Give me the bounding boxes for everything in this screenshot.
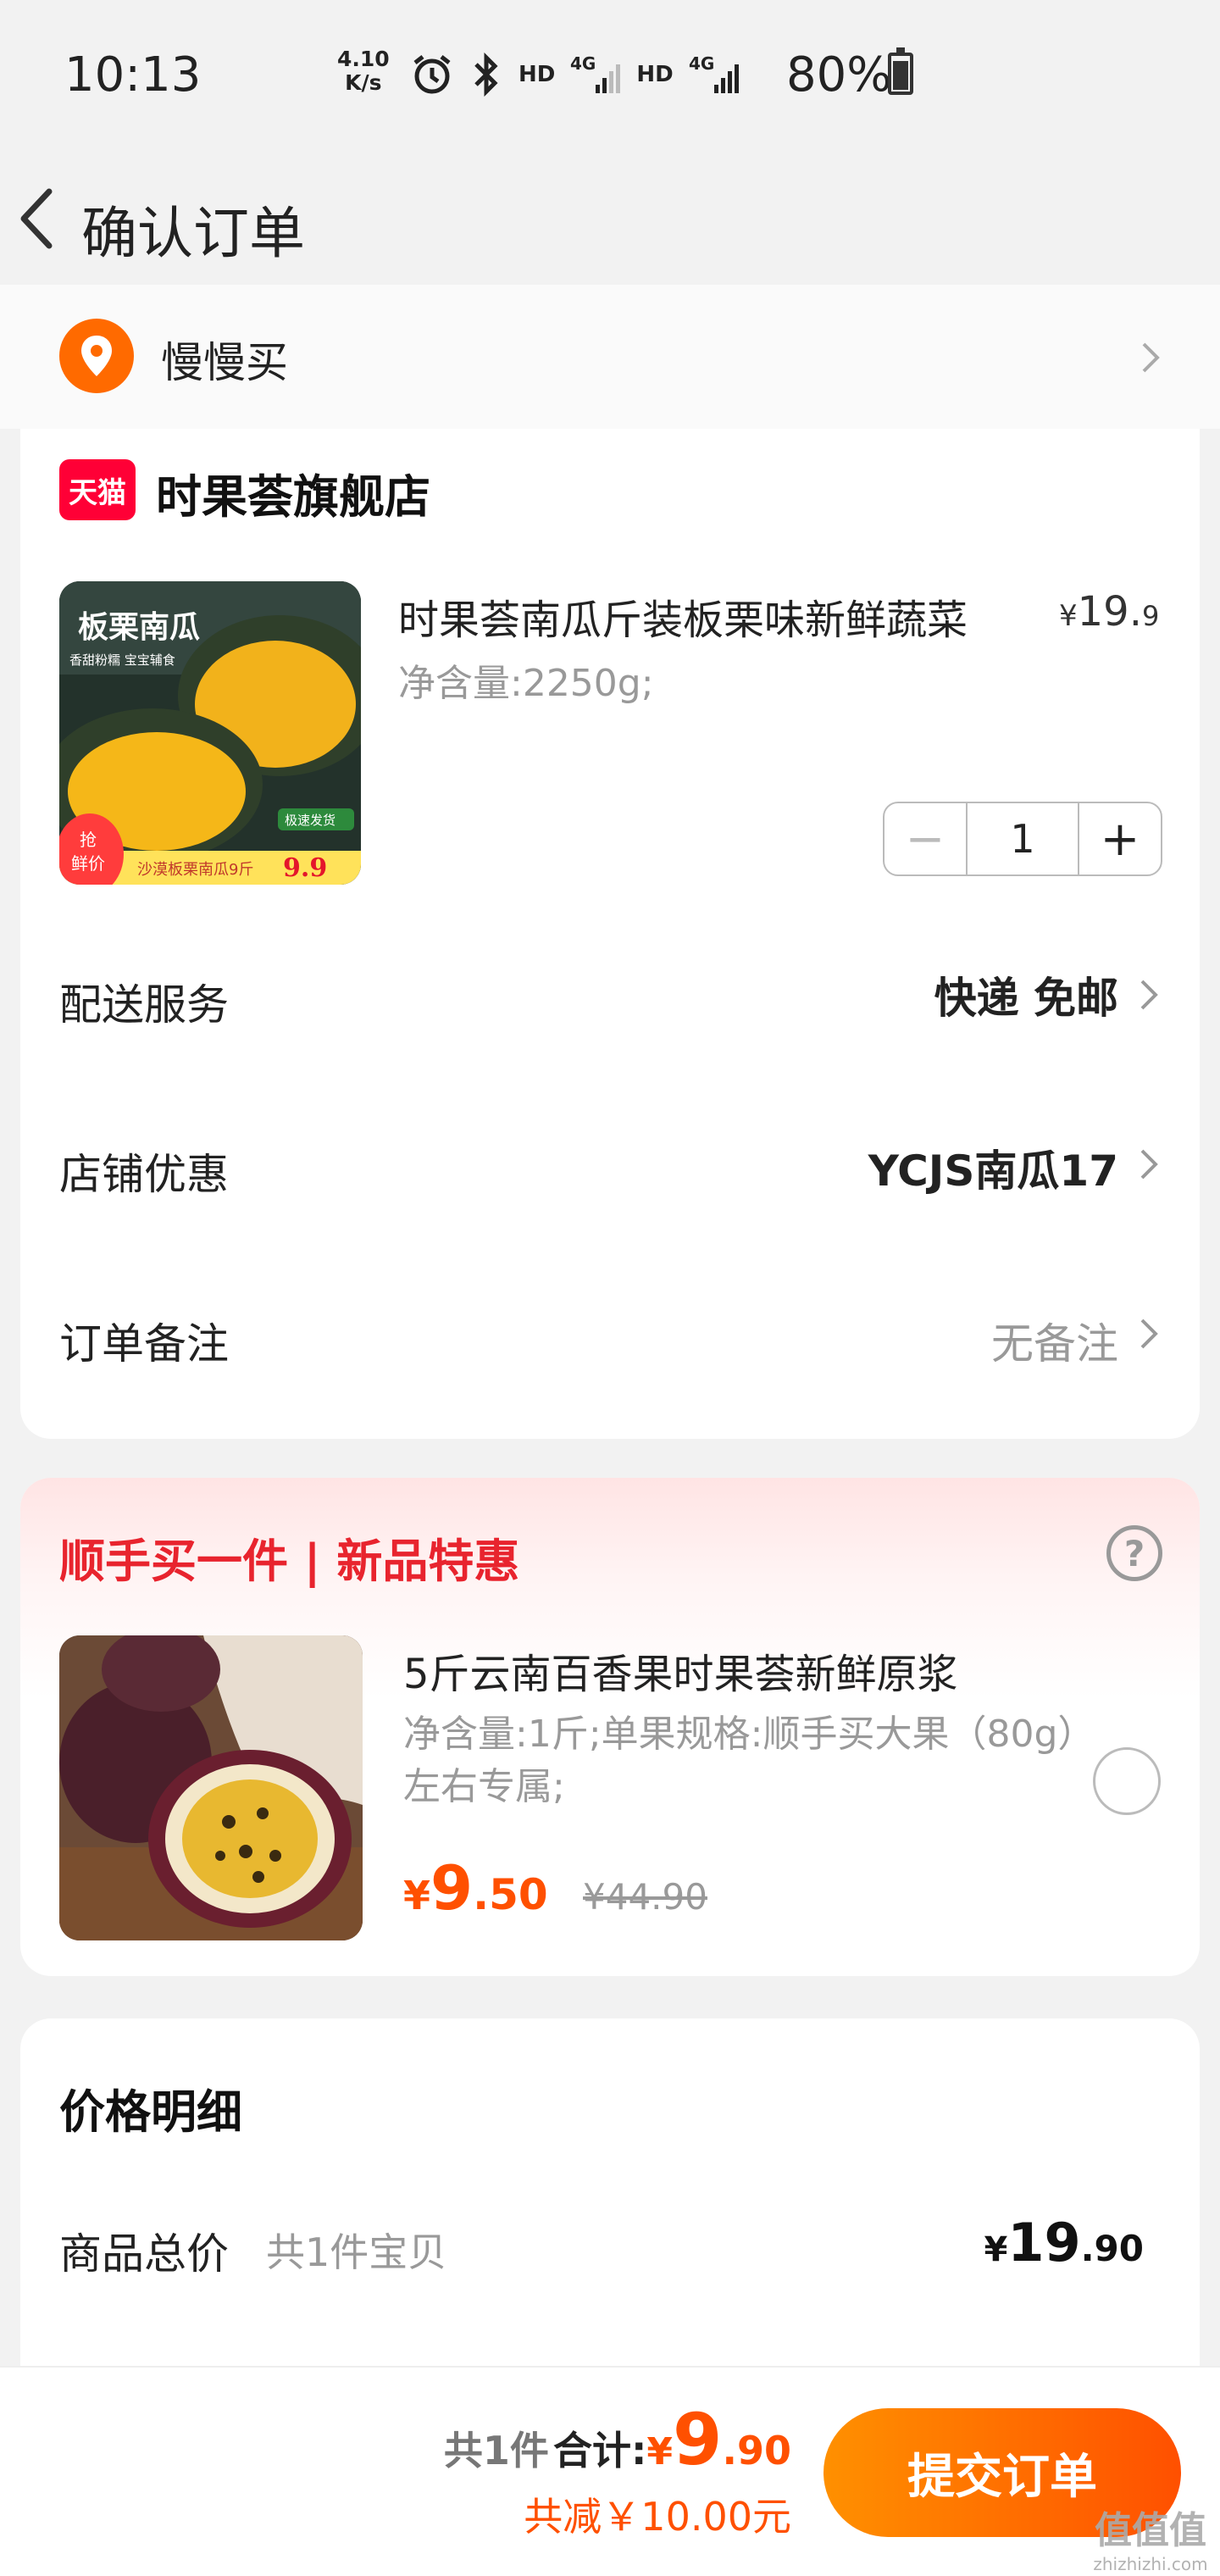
- signal-icon-2: 4G: [689, 53, 739, 93]
- watermark: 值值值 zhizhizhi.com: [1093, 2509, 1208, 2574]
- address-bar[interactable]: 慢慢买: [0, 285, 1220, 429]
- hd-label-2: HD: [636, 62, 674, 87]
- addon-product-image[interactable]: [59, 1635, 363, 1940]
- shop-discount-label: 店铺优惠: [59, 1150, 229, 1199]
- addon-price: ¥9.50: [403, 1852, 548, 1924]
- location-pin-icon: [59, 319, 134, 393]
- addon-card: 顺手买一件 | 新品特惠 ? 5斤云南百香果时果荟新鲜原浆 净含量:1斤;单果规…: [20, 1478, 1200, 1976]
- product-spec: 净含量:2250g;: [398, 662, 654, 705]
- goods-count: 共1件宝贝: [266, 2229, 447, 2275]
- product-image-bottom-price: 9.9: [283, 853, 327, 883]
- quantity-stepper: − 1 +: [883, 802, 1162, 876]
- chevron-right-icon: [1142, 342, 1160, 373]
- status-bar: 10:13 4.10 K/s HD 4G HD 4G 80%: [0, 0, 1220, 153]
- address-text: 慢慢买: [161, 338, 288, 387]
- bluetooth-icon: [474, 53, 498, 97]
- svg-text:4G: 4G: [570, 53, 596, 74]
- total-label: 合计:: [553, 2428, 647, 2473]
- addon-original-price: ¥44.90: [583, 1876, 707, 1918]
- shop-name[interactable]: 时果荟旗舰店: [156, 459, 430, 526]
- status-icons: HD 4G HD 4G: [410, 51, 740, 98]
- signal-icon-1: 4G: [570, 53, 621, 93]
- shop-order-card: 天猫 时果荟旗舰店 板栗南瓜 香甜粉糯 宝宝辅食 极速发货 抢 鲜价 沙漠板栗南…: [20, 429, 1200, 1439]
- product-title[interactable]: 时果荟南瓜斤装板栗味新鲜蔬菜: [398, 586, 968, 646]
- battery-icon: [888, 47, 913, 95]
- product-image-text: 板栗南瓜: [78, 609, 200, 645]
- goods-total-price: ¥19.90: [984, 2212, 1144, 2273]
- addon-product-name[interactable]: 5斤云南百香果时果荟新鲜原浆: [403, 1641, 958, 1700]
- quantity-value[interactable]: 1: [966, 803, 1079, 874]
- shop-discount-value[interactable]: YCJS南瓜17: [868, 1137, 1118, 1198]
- order-note-label: 订单备注: [59, 1319, 229, 1368]
- hd-label-1: HD: [518, 62, 556, 87]
- page-title: 确认订单: [81, 201, 305, 266]
- delivery-label: 配送服务: [59, 980, 229, 1030]
- product-image-badge-bottom: 鲜价: [71, 853, 105, 874]
- chevron-right-icon[interactable]: [1139, 1147, 1159, 1181]
- product-image[interactable]: 板栗南瓜 香甜粉糯 宝宝辅食 极速发货 抢 鲜价 沙漠板栗南瓜9斤 9.9: [59, 581, 361, 885]
- nav-bar: 确认订单: [0, 153, 1220, 285]
- delivery-value[interactable]: 快递 免邮: [934, 964, 1118, 1025]
- item-count: 共1件: [443, 2428, 549, 2473]
- alarm-icon: [413, 55, 451, 94]
- product-price: ¥19.9: [1059, 588, 1160, 636]
- chevron-right-icon[interactable]: [1139, 978, 1159, 1012]
- battery-percent: 80%: [786, 47, 892, 103]
- tmall-badge: 天猫: [59, 459, 136, 520]
- chevron-left-icon[interactable]: [12, 178, 63, 259]
- checkout-bar: 共1件 合计:¥9.90 共减￥10.00元 提交订单: [0, 2366, 1220, 2576]
- product-image-tag: 极速发货: [285, 813, 336, 828]
- addon-select-radio[interactable]: [1093, 1747, 1161, 1815]
- help-icon[interactable]: ?: [1106, 1525, 1162, 1581]
- order-note-value[interactable]: 无备注: [991, 1310, 1118, 1371]
- addon-title: 顺手买一件 | 新品特惠: [59, 1535, 520, 1588]
- goods-total-label: 商品总价: [59, 2229, 229, 2279]
- product-image-badge-top: 抢: [80, 830, 97, 850]
- status-time: 10:13: [64, 47, 202, 103]
- increase-button[interactable]: +: [1079, 803, 1161, 874]
- total-summary: 共1件 合计:¥9.90: [444, 2398, 791, 2481]
- total-price: ¥9.90: [646, 2398, 791, 2481]
- svg-text:4G: 4G: [689, 53, 714, 74]
- decrease-button[interactable]: −: [884, 803, 966, 874]
- product-image-bottom-text: 沙漠板栗南瓜9斤: [137, 861, 253, 879]
- chevron-right-icon[interactable]: [1139, 1317, 1159, 1351]
- product-image-subtext: 香甜粉糯 宝宝辅食: [69, 652, 175, 668]
- discount-text: 共减￥10.00元: [524, 2494, 791, 2540]
- price-detail-title: 价格明细: [59, 2085, 242, 2139]
- addon-product-spec: 净含量:1斤;单果规格:顺手买大果（80g）左右专属;: [403, 1713, 1077, 1808]
- network-speed: 4.10 K/s: [337, 47, 390, 95]
